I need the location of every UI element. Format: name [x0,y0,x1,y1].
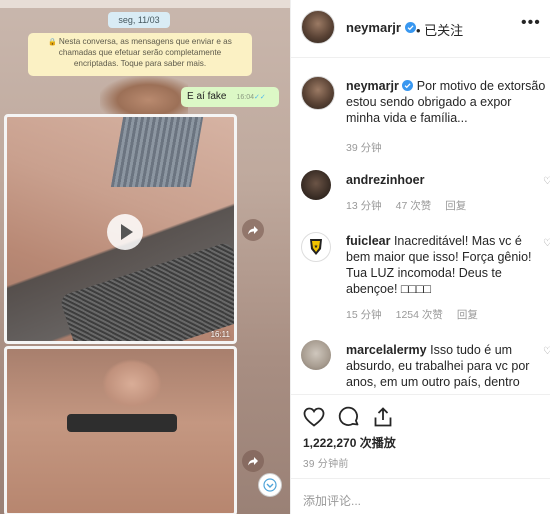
bubble-time: 16:04 [236,94,254,101]
comment-meta: 15 分钟 1254 次赞 回复 [346,307,492,322]
posted-time[interactable]: 39 分钟前 [303,455,349,470]
striped-shirt [110,117,204,187]
caption-time: 39 分钟 [346,140,396,155]
reply-button[interactable]: 回复 [445,200,466,212]
read-ticks-icon: ✓✓ [254,94,266,101]
caption-text-block: neymarjr Por motivo de extorsão estou se… [346,78,546,126]
username-text[interactable]: neymarjr [346,20,401,35]
video-thumbnail-2[interactable] [4,346,237,514]
comment-like-icon[interactable]: ♡ [543,176,550,187]
comment-1: andrezinhoer [346,172,546,188]
caption-time-text[interactable]: 39 分钟 [346,142,382,154]
comment-time[interactable]: 15 分钟 [346,309,382,321]
avatar[interactable]: ★ [301,232,331,262]
avatar[interactable] [301,10,335,44]
verified-icon [402,80,414,91]
post-media[interactable]: seg, 11/03 🔒 Nesta conversa, as mensagens… [0,0,290,514]
comment-time[interactable]: 13 分钟 [346,200,382,212]
share-icon[interactable] [371,405,395,429]
whatsapp-top-bar [0,0,290,8]
whatsapp-message-bubble: E aí fake 16:04✓✓ [181,87,279,107]
bubble-text: E aí fake [187,91,227,102]
post-actions: 1,222,270 次播放 39 分钟前 [291,394,550,478]
comment-likes[interactable]: 47 次赞 [396,200,432,212]
encryption-notice-text: Nesta conversa, as mensagens que enviar … [58,37,232,68]
patterned-skirt [59,241,234,341]
forward-icon[interactable] [242,450,264,472]
add-comment-field[interactable]: 添加评论... [291,478,550,514]
comment-username[interactable]: fuiclear [346,234,390,248]
video-thumbnail-1[interactable]: 16:11 [4,114,237,344]
view-count[interactable]: 1,222,270 次播放 [303,434,396,451]
comment-username[interactable]: andrezinhoer [346,173,425,187]
comment-like-icon[interactable]: ♡ [543,238,550,249]
follow-status[interactable]: • 已关注 [416,20,463,39]
comment-meta: 13 分钟 47 次赞 回复 [346,198,480,213]
scroll-down-icon[interactable] [258,473,282,497]
video-duration: 16:11 [210,330,230,339]
comment-3: marcelalermy Isso tudo é um absurdo, eu … [346,342,546,390]
post-sidebar: neymarjr • 已关注 ••• neymarjr Por motivo d… [290,0,550,514]
verified-icon [404,22,416,33]
add-comment-placeholder[interactable]: 添加评论... [303,492,361,509]
play-icon[interactable] [107,214,143,250]
club-crest-icon: ★ [310,239,322,255]
comment-icon[interactable] [337,405,361,429]
more-options-icon[interactable]: ••• [521,14,541,32]
lock-icon: 🔒 [48,39,57,46]
heart-icon[interactable] [302,405,326,429]
header-username[interactable]: neymarjr [346,20,416,35]
partial-portrait [100,76,188,116]
comment-2: fuiclear Inacreditável! Mas vc é bem mai… [346,233,546,297]
whatsapp-encryption-notice: 🔒 Nesta conversa, as mensagens que enviar… [28,33,252,76]
avatar[interactable] [301,340,331,370]
comment-username[interactable]: marcelalermy [346,343,427,357]
comment-likes[interactable]: 1254 次赞 [396,309,443,321]
caption-username[interactable]: neymarjr [346,79,399,93]
svg-text:★: ★ [314,244,319,250]
dark-top [67,414,177,432]
avatar[interactable] [301,76,335,110]
post-header: neymarjr • 已关注 ••• [291,0,550,58]
whatsapp-date-label: seg, 11/03 [108,12,170,28]
reply-button[interactable]: 回复 [457,309,478,321]
forward-icon[interactable] [242,219,264,241]
hands-shape [102,359,162,409]
comment-like-icon[interactable]: ♡ [543,346,550,357]
avatar[interactable] [301,170,331,200]
